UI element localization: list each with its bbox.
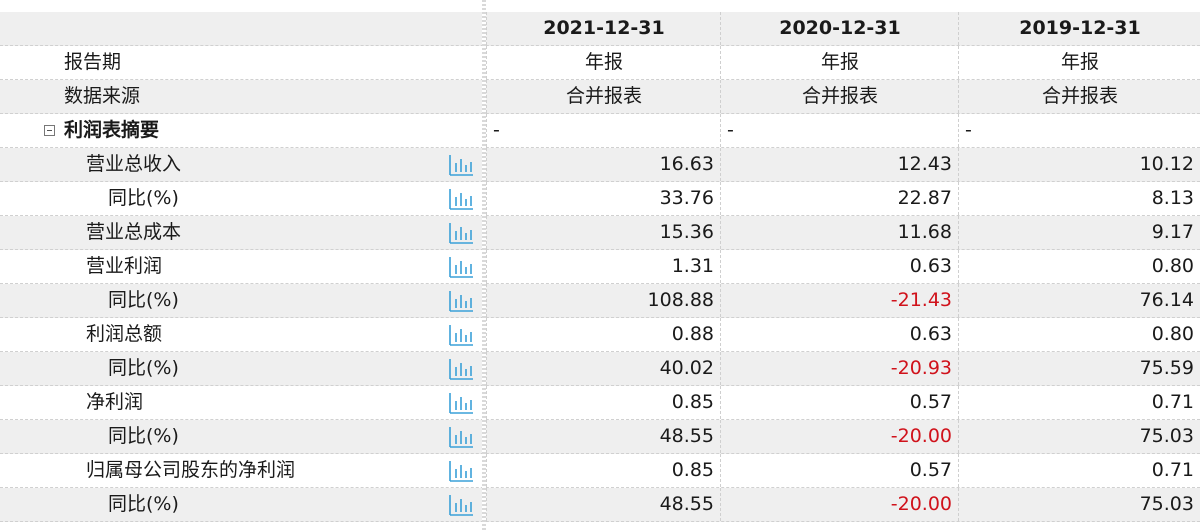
column-header-2020[interactable]: 2020-12-31 xyxy=(720,12,959,45)
column-header-2021[interactable]: 2021-12-31 xyxy=(486,12,721,45)
row-label: 营业总收入 xyxy=(86,153,182,175)
table-row: 营业总收入 16.63 12.43 10.12 xyxy=(0,148,1200,182)
row-label: 同比(%) xyxy=(108,187,179,209)
cell-value: 0.63 xyxy=(720,250,958,283)
row-label: 同比(%) xyxy=(108,357,179,379)
cell-value: 0.71 xyxy=(958,454,1200,487)
table-row: 同比(%) 108.88 -21.43 76.14 xyxy=(0,284,1200,318)
cell-value: 0.80 xyxy=(958,250,1200,283)
cell-value: 75.03 xyxy=(958,420,1200,453)
section-label: 利润表摘要 xyxy=(64,119,160,141)
bar-chart-icon[interactable] xyxy=(448,391,474,415)
bar-chart-icon[interactable] xyxy=(448,323,474,347)
table-row: 营业总成本 15.36 11.68 9.17 xyxy=(0,216,1200,250)
row-label: 同比(%) xyxy=(108,289,179,311)
table-row: 同比(%) 48.55 -20.00 75.03 xyxy=(0,488,1200,522)
cell-value: - xyxy=(486,114,720,147)
cell-value: 年报 xyxy=(720,46,959,79)
cell-value: 8.13 xyxy=(958,182,1200,215)
report-period-row: 报告期 年报 年报 年报 xyxy=(0,46,1200,80)
cell-value: 40.02 xyxy=(486,352,720,385)
bar-chart-icon[interactable] xyxy=(448,425,474,449)
bar-chart-icon[interactable] xyxy=(448,255,474,279)
cell-value: - xyxy=(720,114,958,147)
row-label: 数据来源 xyxy=(64,85,141,107)
row-label: 同比(%) xyxy=(108,493,179,515)
cell-value: 12.43 xyxy=(720,148,958,181)
cell-value: 16.63 xyxy=(486,148,720,181)
bar-chart-icon[interactable] xyxy=(448,153,474,177)
cell-value: 10.12 xyxy=(958,148,1200,181)
section-row-profit-summary[interactable]: 利润表摘要 - - - xyxy=(0,114,1200,148)
header-row: 2021-12-31 2020-12-31 2019-12-31 xyxy=(0,12,1200,46)
cell-value: 22.87 xyxy=(720,182,958,215)
row-label: 净利润 xyxy=(86,391,144,413)
cell-value: 合并报表 xyxy=(720,80,959,113)
cell-value: 0.85 xyxy=(486,386,720,419)
row-label: 营业利润 xyxy=(86,255,163,277)
bar-chart-icon[interactable] xyxy=(448,493,474,517)
cell-value: -20.93 xyxy=(720,352,958,385)
cell-value: 75.03 xyxy=(958,488,1200,521)
bar-chart-icon[interactable] xyxy=(448,289,474,313)
header-label-cell xyxy=(0,12,482,45)
cell-value: 0.85 xyxy=(486,454,720,487)
cell-value: 合并报表 xyxy=(486,80,721,113)
cell-value: 15.36 xyxy=(486,216,720,249)
table-row: 利润总额 0.88 0.63 0.80 xyxy=(0,318,1200,352)
data-source-row: 数据来源 合并报表 合并报表 合并报表 xyxy=(0,80,1200,114)
bar-chart-icon[interactable] xyxy=(448,221,474,245)
column-header-2019[interactable]: 2019-12-31 xyxy=(958,12,1200,45)
table-row: 归属母公司股东的净利润 0.85 0.57 0.71 xyxy=(0,454,1200,488)
bar-chart-icon[interactable] xyxy=(448,459,474,483)
cell-value: 11.68 xyxy=(720,216,958,249)
cell-value: 年报 xyxy=(486,46,721,79)
cell-value: 合并报表 xyxy=(958,80,1200,113)
cell-value: 0.63 xyxy=(720,318,958,351)
cell-value: 0.71 xyxy=(958,386,1200,419)
table-row: 营业利润 1.31 0.63 0.80 xyxy=(0,250,1200,284)
cell-value: 0.80 xyxy=(958,318,1200,351)
cell-value: 0.57 xyxy=(720,454,958,487)
cell-value: -20.00 xyxy=(720,488,958,521)
cell-value: 48.55 xyxy=(486,420,720,453)
table-row: 同比(%) 40.02 -20.93 75.59 xyxy=(0,352,1200,386)
cell-value: 33.76 xyxy=(486,182,720,215)
row-label: 归属母公司股东的净利润 xyxy=(86,459,296,481)
row-label: 营业总成本 xyxy=(86,221,182,243)
cell-value: 1.31 xyxy=(486,250,720,283)
cell-value: - xyxy=(958,114,1200,147)
cell-value: 9.17 xyxy=(958,216,1200,249)
row-label: 利润总额 xyxy=(86,323,163,345)
frozen-column-divider xyxy=(482,0,486,530)
table-row: 净利润 0.85 0.57 0.71 xyxy=(0,386,1200,420)
profit-summary-table: 2021-12-31 2020-12-31 2019-12-31 报告期 年报 … xyxy=(0,0,1200,530)
bar-chart-icon[interactable] xyxy=(448,357,474,381)
row-label: 报告期 xyxy=(64,51,122,73)
table-row: 同比(%) 48.55 -20.00 75.03 xyxy=(0,420,1200,454)
cell-value: 76.14 xyxy=(958,284,1200,317)
table-row: 同比(%) 33.76 22.87 8.13 xyxy=(0,182,1200,216)
cell-value: 年报 xyxy=(958,46,1200,79)
cell-value: 108.88 xyxy=(486,284,720,317)
cell-value: -21.43 xyxy=(720,284,958,317)
collapse-minus-icon[interactable] xyxy=(44,125,55,136)
row-label: 同比(%) xyxy=(108,425,179,447)
cell-value: 48.55 xyxy=(486,488,720,521)
cell-value: 75.59 xyxy=(958,352,1200,385)
cell-value: 0.88 xyxy=(486,318,720,351)
cell-value: 0.57 xyxy=(720,386,958,419)
cell-value: -20.00 xyxy=(720,420,958,453)
bar-chart-icon[interactable] xyxy=(448,187,474,211)
